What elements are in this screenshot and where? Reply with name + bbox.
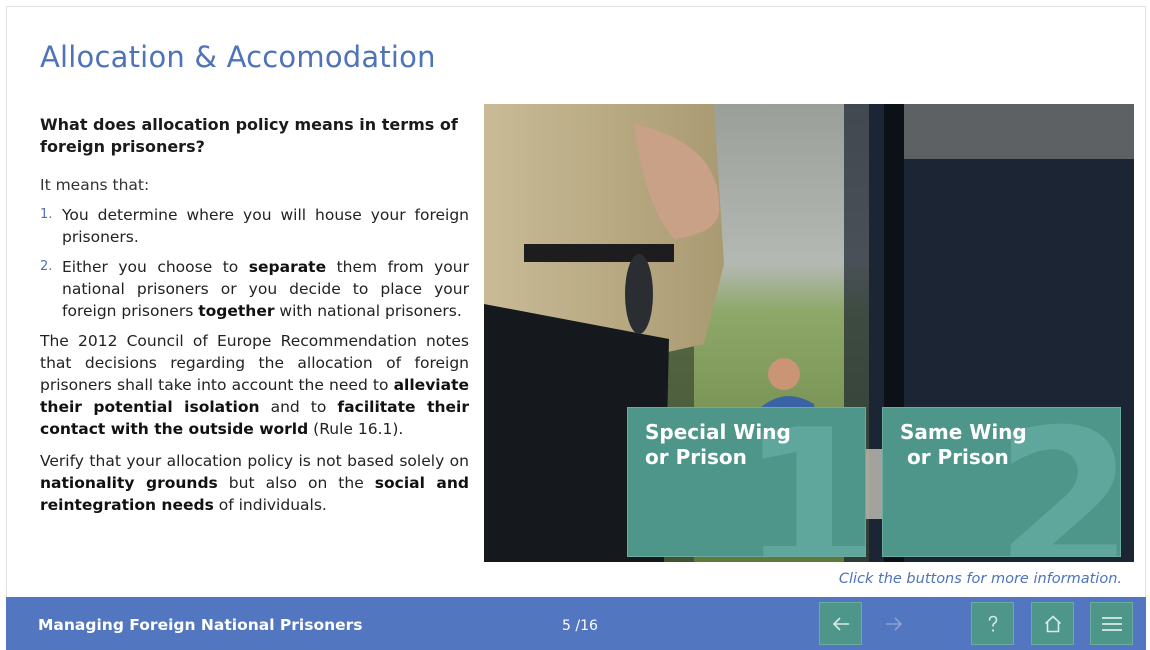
card-label: Same Wing or Prison: [900, 420, 1027, 469]
back-button[interactable]: [819, 602, 862, 645]
question-icon: [988, 615, 997, 632]
intro-text: It means that:: [40, 176, 150, 194]
help-button[interactable]: [971, 602, 1014, 645]
points-list: 1. You determine where you will house yo…: [40, 204, 469, 322]
menu-button[interactable]: [1090, 602, 1133, 645]
same-wing-button[interactable]: 2 Same Wing or Prison: [882, 407, 1121, 557]
home-button[interactable]: [1031, 602, 1074, 645]
list-number: 1.: [40, 207, 53, 222]
course-title: Managing Foreign National Prisoners: [38, 616, 363, 634]
forward-button: [872, 602, 915, 645]
list-number: 2.: [40, 259, 53, 274]
home-icon: [1044, 614, 1061, 632]
list-item: 1. You determine where you will house yo…: [40, 204, 469, 248]
page-indicator: 5 /16: [562, 618, 598, 634]
instruction-hint: Click the buttons for more information.: [838, 571, 1122, 587]
arrow-right-icon: [885, 616, 902, 631]
recommendation-paragraph: The 2012 Council of Europe Recommendatio…: [40, 332, 469, 438]
slide-title: Allocation & Accomodation: [40, 40, 436, 74]
question-heading: What does allocation policy means in ter…: [40, 115, 458, 156]
body-text: What does allocation policy means in ter…: [40, 114, 469, 526]
footer-bar: Managing Foreign National Prisoners 5 /1…: [6, 597, 1146, 650]
list-text: Either you choose to separate them from …: [62, 258, 469, 320]
list-text: You determine where you will house your …: [62, 206, 469, 246]
list-item: 2. Either you choose to separate them fr…: [40, 256, 469, 322]
verify-paragraph: Verify that your allocation policy is no…: [40, 452, 469, 514]
arrow-left-icon: [832, 616, 849, 631]
special-wing-button[interactable]: 1 Special Wing or Prison: [627, 407, 866, 557]
card-label: Special Wing or Prison: [645, 420, 791, 469]
hamburger-menu-icon: [1101, 616, 1122, 631]
